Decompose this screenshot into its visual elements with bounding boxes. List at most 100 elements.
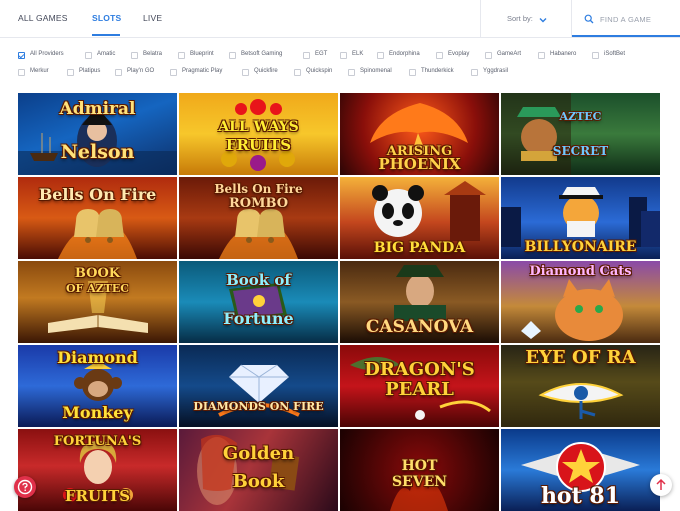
provider-label: Quickfire — [254, 68, 278, 74]
checkbox[interactable] — [85, 52, 92, 59]
game-title: ALL WAYS — [218, 119, 299, 135]
game-title-line2: Nelson — [60, 141, 135, 163]
game-lobby-header: ALL GAMES SLOTS LIVE Sort by: — [0, 0, 680, 38]
game-tile[interactable]: Diamond Cats — [501, 261, 660, 343]
provider-label: Yggdrasil — [483, 68, 509, 74]
game-title: FORTUNA'S — [53, 434, 142, 449]
checkbox[interactable] — [170, 69, 177, 76]
provider-label: Platipus — [79, 68, 101, 74]
provider-label: ELK — [352, 51, 364, 57]
provider-label: GameArt — [497, 51, 522, 57]
game-title: BILLYONAIRE — [524, 239, 637, 255]
checkbox[interactable] — [131, 52, 138, 59]
game-title: EYE OF RA — [525, 347, 636, 368]
game-title: Golden — [222, 443, 295, 464]
provider-label: Quickspin — [306, 68, 333, 74]
checkbox[interactable] — [538, 52, 545, 59]
provider-label: Thunderkick — [421, 68, 454, 74]
game-title: Book of — [226, 271, 291, 289]
game-tile[interactable]: FORTUNA'S FRUITS — [18, 429, 177, 511]
game-title-line2: Monkey — [62, 403, 133, 422]
game-tile[interactable]: CASANOVA — [340, 261, 499, 343]
game-tile[interactable]: Book of Fortune — [179, 261, 338, 343]
game-tile[interactable]: Diamond Monkey — [18, 345, 177, 427]
provider-label: Amatic — [97, 51, 116, 57]
game-tile[interactable]: ALL WAYS FRUITS — [179, 93, 338, 175]
game-title: Diamond Cats — [529, 264, 632, 279]
checkbox[interactable] — [294, 69, 301, 76]
checkbox[interactable] — [18, 69, 25, 76]
checkbox[interactable] — [67, 69, 74, 76]
checkbox[interactable] — [242, 69, 249, 76]
chevron-down-icon — [539, 18, 547, 23]
game-tile[interactable]: Admiral Nelson — [18, 93, 177, 175]
checkbox[interactable] — [115, 69, 122, 76]
game-title-line2: PEARL — [385, 379, 454, 400]
game-title: HOT — [401, 458, 438, 474]
checkbox[interactable] — [592, 52, 599, 59]
game-title: Bells On Fire — [38, 185, 157, 204]
game-tile[interactable]: ARISING PHOENIX — [340, 93, 499, 175]
divider — [480, 0, 481, 38]
game-title-line2: FRUITS — [225, 136, 292, 154]
sort-label: Sort by: — [507, 14, 533, 23]
checkbox[interactable] — [178, 52, 185, 59]
game-title: Bells On Fire — [214, 182, 303, 196]
search-icon[interactable] — [584, 14, 594, 24]
arrow-up-icon — [656, 478, 666, 490]
game-title-line2: Fortune — [223, 309, 294, 328]
tab-all-games[interactable]: ALL GAMES — [18, 13, 68, 23]
provider-label: Merkur — [30, 68, 49, 74]
checkbox[interactable] — [18, 52, 25, 59]
game-title: Admiral — [59, 99, 136, 119]
provider-label: Habanero — [550, 51, 577, 57]
tab-live[interactable]: LIVE — [143, 13, 162, 23]
help-chat-button[interactable] — [14, 476, 36, 498]
checkbox[interactable] — [348, 69, 355, 76]
game-tile[interactable]: BOOK OF AZTEC — [18, 261, 177, 343]
provider-filters: All Providers Amatic Belatra Blueprint Betso… — [0, 44, 680, 84]
checkbox[interactable] — [377, 52, 384, 59]
game-tile[interactable]: BILLYONAIRE — [501, 177, 660, 259]
checkbox[interactable] — [409, 69, 416, 76]
game-title: DRAGON'S — [364, 359, 475, 380]
game-tile[interactable]: EYE OF RA — [501, 345, 660, 427]
game-tile[interactable]: Bells On Fire — [18, 177, 177, 259]
search-input[interactable] — [600, 11, 674, 27]
game-title-line2: PHOENIX — [378, 155, 461, 173]
game-title-line2: Book — [232, 471, 285, 492]
game-title: Diamond — [57, 348, 138, 367]
game-title-line2: OF AZTEC — [65, 282, 130, 295]
tab-slots[interactable]: SLOTS — [92, 13, 121, 23]
scroll-to-top-button[interactable] — [650, 474, 672, 496]
game-title-line2: SEVEN — [391, 474, 448, 490]
provider-label: Endorphina — [389, 51, 420, 57]
game-title: CASANOVA — [365, 317, 474, 337]
game-title: AZTEC — [559, 110, 602, 123]
active-tab-indicator — [92, 34, 120, 36]
game-tile[interactable]: Golden Book — [179, 429, 338, 511]
game-title: BOOK — [74, 266, 121, 281]
provider-label: Spinomenal — [360, 68, 392, 74]
game-tile[interactable]: Bells On Fire ROMBO — [179, 177, 338, 259]
game-title: DIAMONDS ON FIRE — [193, 400, 324, 413]
checkbox[interactable] — [303, 52, 310, 59]
game-tile[interactable]: DIAMONDS ON FIRE — [179, 345, 338, 427]
provider-label: Pragmatic Play — [182, 68, 223, 74]
checkbox[interactable] — [340, 52, 347, 59]
checkbox[interactable] — [229, 52, 236, 59]
chat-help-icon — [17, 479, 33, 495]
game-tile[interactable]: hot 81 — [501, 429, 660, 511]
provider-label: iSoftBet — [604, 51, 626, 57]
checkbox[interactable] — [436, 52, 443, 59]
sort-dropdown[interactable]: Sort by: — [507, 14, 547, 23]
game-tile[interactable]: BIG PANDA — [340, 177, 499, 259]
checkbox[interactable] — [485, 52, 492, 59]
game-tile[interactable]: DRAGON'S PEARL — [340, 345, 499, 427]
game-tile[interactable]: HOT SEVEN — [340, 429, 499, 511]
provider-label: Blueprint — [190, 51, 214, 57]
checkbox[interactable] — [471, 69, 478, 76]
game-title: hot 81 — [540, 483, 621, 509]
provider-label: Belatra — [143, 51, 163, 57]
game-tile[interactable]: AZTEC SECRET — [501, 93, 660, 175]
